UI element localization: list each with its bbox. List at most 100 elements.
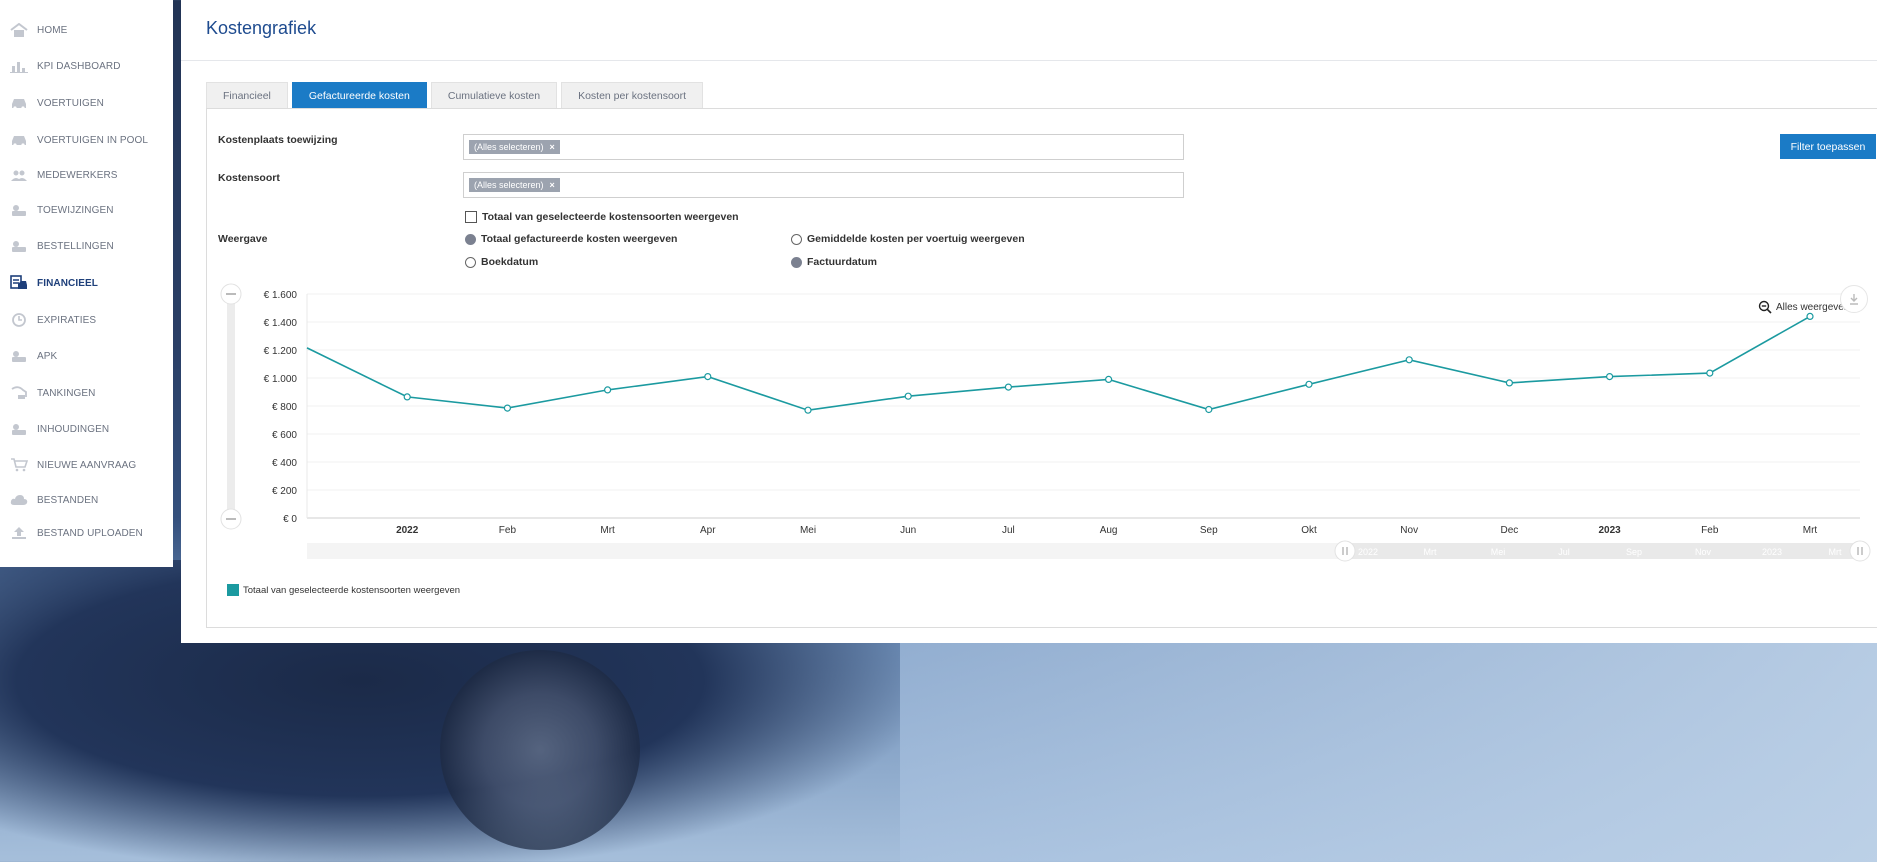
tab-kosten-per-kostensoort[interactable]: Kosten per kostensoort: [561, 82, 704, 109]
assign-icon: [9, 202, 29, 218]
home-icon: [9, 22, 29, 38]
tab-cumulatieve-kosten[interactable]: Cumulatieve kosten: [430, 82, 558, 109]
cost-type-select[interactable]: (Alles selecteren) ×: [463, 172, 1184, 198]
x-navigator-handle-left[interactable]: [1334, 540, 1356, 562]
x-tick-label: Jul: [1002, 525, 1015, 536]
reset-zoom-button[interactable]: Alles weergeven: [1758, 300, 1849, 314]
y-tick-label: € 0: [283, 514, 297, 525]
cost-center-label: Kostenplaats toewijzing: [218, 134, 338, 146]
sidebar-item-nieuwe-aanvraag[interactable]: NIEUWE AANVRAAG: [0, 450, 173, 480]
radio-invoicedate[interactable]: Factuurdatum: [791, 256, 877, 268]
data-point[interactable]: [1806, 312, 1814, 320]
y-tick-label: € 1.600: [264, 290, 298, 301]
remove-chip-icon[interactable]: ×: [550, 180, 555, 190]
clock-icon: [9, 312, 29, 328]
radio-bookdate[interactable]: Boekdatum: [465, 256, 538, 268]
radio-label: Totaal gefactureerde kosten weergeven: [481, 233, 678, 245]
x-tick-label: Dec: [1501, 525, 1519, 536]
radio-total-costs[interactable]: Totaal gefactureerde kosten weergeven: [465, 233, 677, 245]
data-point[interactable]: [804, 406, 812, 414]
export-button[interactable]: [1840, 285, 1868, 313]
x-tick-label: 2022: [396, 525, 419, 536]
apply-filter-button[interactable]: Filter toepassen: [1780, 134, 1876, 159]
legend-label: Totaal van geselecteerde kostensoorten w…: [243, 584, 461, 596]
sidebar-item-bestand-uploaden[interactable]: BESTAND UPLOADEN: [0, 518, 173, 548]
sidebar-item-bestellingen[interactable]: BESTELLINGEN: [0, 231, 173, 261]
data-point[interactable]: [904, 392, 912, 400]
sidebar-item-bestanden[interactable]: BESTANDEN: [0, 485, 173, 515]
x-tick-label: Okt: [1301, 525, 1317, 536]
data-point[interactable]: [403, 393, 411, 401]
x-tick-label: 2023: [1598, 525, 1621, 536]
tab-financieel[interactable]: Financieel: [206, 82, 288, 109]
sidebar-item-medewerkers[interactable]: MEDEWERKERS: [0, 160, 173, 190]
x-tick-label: Aug: [1100, 525, 1118, 536]
data-point[interactable]: [1104, 375, 1113, 383]
radio-button[interactable]: [465, 256, 476, 268]
sidebar: HOME KPI DASHBOARD VOERTUIGEN VOERTUIGEN IN…: [0, 0, 173, 567]
data-point[interactable]: [1305, 380, 1313, 388]
data-point[interactable]: [704, 373, 712, 381]
sidebar-item-financieel[interactable]: FINANCIEEL: [0, 268, 173, 298]
sidebar-item-tankingen[interactable]: TANKINGEN: [0, 378, 173, 408]
navigator-label: Mei: [1491, 547, 1506, 557]
car-icon: [9, 95, 29, 111]
sidebar-item-kpi-dashboard[interactable]: KPI DASHBOARD: [0, 51, 173, 81]
x-tick-label: Sep: [1200, 525, 1218, 536]
data-point[interactable]: [1605, 373, 1614, 381]
reset-zoom-label: Alles weergeven: [1776, 301, 1850, 313]
cart-icon: [9, 457, 29, 473]
x-tick-label: Mrt: [600, 525, 615, 536]
apk-icon: [9, 348, 29, 364]
sidebar-item-apk[interactable]: APK: [0, 341, 173, 371]
sidebar-item-inhoudingen[interactable]: INHOUDINGEN: [0, 414, 173, 444]
sidebar-item-toewijzingen[interactable]: TOEWIJZINGEN: [0, 195, 173, 225]
selected-chip: (Alles selecteren) ×: [469, 178, 560, 192]
radio-average-costs[interactable]: Gemiddelde kosten per voertuig weergeven: [791, 233, 1025, 245]
sidebar-item-voertuigen-in-pool[interactable]: VOERTUIGEN IN POOL: [0, 125, 173, 155]
data-point[interactable]: [1706, 369, 1714, 377]
upload-icon: [9, 525, 29, 541]
radio-button-selected[interactable]: [791, 256, 802, 268]
sidebar-item-expiraties[interactable]: EXPIRATIES: [0, 305, 173, 335]
x-tick-label: Nov: [1400, 525, 1418, 536]
data-point[interactable]: [1505, 379, 1514, 387]
sidebar-item-label: APK: [37, 350, 58, 362]
x-navigator-selection[interactable]: [1345, 543, 1860, 559]
checkbox-box[interactable]: [465, 211, 477, 223]
x-tick-label: Apr: [700, 525, 716, 536]
radio-button-selected[interactable]: [465, 233, 476, 245]
y-zoom-track[interactable]: [227, 294, 235, 518]
navigator-label: Mrt: [1424, 547, 1437, 557]
data-point[interactable]: [1405, 356, 1413, 364]
x-navigator-handle-right[interactable]: [1849, 540, 1871, 562]
legend-swatch: [227, 584, 239, 596]
fuel-icon: [9, 385, 29, 401]
total-checkbox-label: Totaal van geselecteerde kostensoorten w…: [482, 211, 739, 223]
x-tick-label: Mei: [800, 525, 816, 536]
navigator-label: Sep: [1626, 547, 1642, 557]
deduction-icon: [9, 421, 29, 437]
sidebar-item-label: BESTELLINGEN: [37, 240, 114, 252]
navigator-label: Mrt: [1829, 547, 1842, 557]
total-checkbox[interactable]: Totaal van geselecteerde kostensoorten w…: [465, 211, 739, 223]
sidebar-item-home[interactable]: HOME: [0, 15, 173, 45]
order-icon: [9, 238, 29, 254]
data-point[interactable]: [503, 404, 511, 412]
sidebar-item-label: NIEUWE AANVRAAG: [37, 459, 137, 471]
cost-center-select[interactable]: (Alles selecteren) ×: [463, 134, 1184, 160]
y-tick-label: € 1.400: [264, 318, 298, 329]
remove-chip-icon[interactable]: ×: [550, 142, 555, 152]
chart-legend-item[interactable]: Totaal van geselecteerde kostensoorten w…: [227, 584, 460, 596]
sidebar-item-voertuigen[interactable]: VOERTUIGEN: [0, 88, 173, 118]
x-tick-label: Jun: [900, 525, 916, 536]
tab-gefactureerde-kosten[interactable]: Gefactureerde kosten: [291, 82, 427, 109]
data-point[interactable]: [1004, 383, 1013, 391]
background-wheel: [440, 650, 640, 850]
data-point[interactable]: [603, 386, 612, 394]
users-icon: [9, 167, 29, 183]
radio-button[interactable]: [791, 233, 802, 245]
data-point[interactable]: [1205, 405, 1213, 414]
sidebar-item-label: TOEWIJZINGEN: [37, 204, 114, 216]
sidebar-item-label: EXPIRATIES: [37, 314, 97, 326]
